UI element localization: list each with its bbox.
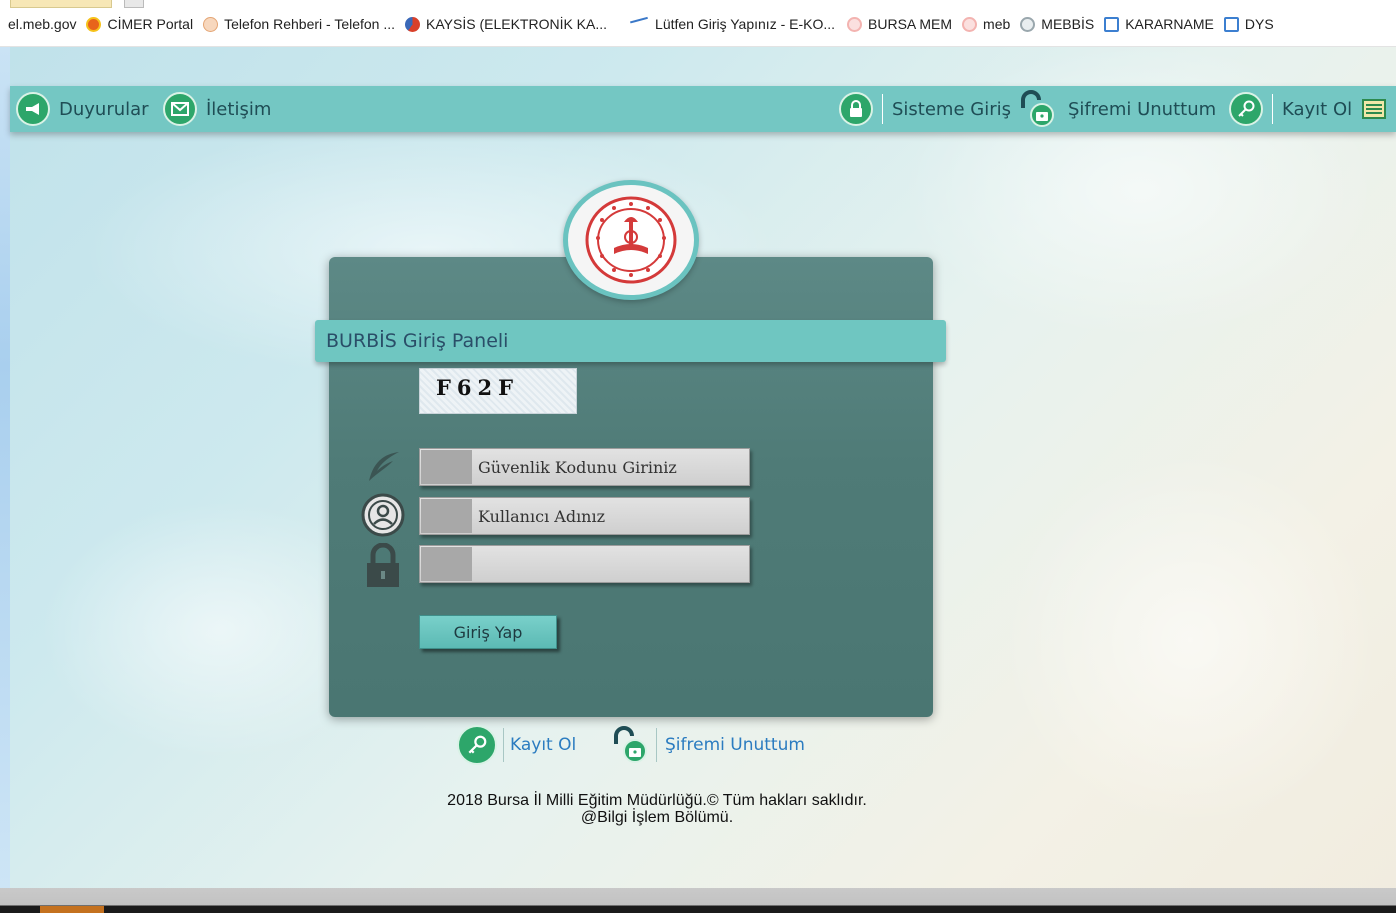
bookmark-mebbis[interactable]: MEBBİS	[1020, 16, 1094, 32]
cimer-icon	[86, 16, 102, 32]
bookmarks-bar: el.meb.gov CİMER Portal Telefon Rehberi …	[0, 0, 1396, 47]
bookmark-label: BURSA MEM	[868, 16, 953, 32]
register-link[interactable]: Kayıt Ol	[457, 724, 576, 766]
meb-icon	[847, 16, 863, 32]
panel-title: BURBİS Giriş Paneli	[315, 320, 946, 362]
panel-title-text: BURBİS Giriş Paneli	[326, 330, 509, 352]
field-stub	[421, 499, 472, 533]
username-field[interactable]	[419, 497, 750, 535]
nav-announcements-label: Duyurular	[59, 98, 149, 120]
taskbar-item[interactable]	[40, 906, 104, 913]
megaphone-icon	[16, 92, 50, 126]
password-input[interactable]	[478, 546, 746, 582]
bookmark-label: MEBBİS	[1041, 16, 1095, 32]
captcha-image: F62F	[419, 368, 577, 414]
ie-icon	[1104, 16, 1120, 32]
unlock-icon	[1017, 90, 1059, 128]
link-separator	[656, 728, 657, 762]
browser-tab-stub[interactable]	[10, 0, 112, 8]
bookmark-ekoop[interactable]: Lütfen Giriş Yapınız - E-KO...	[630, 16, 836, 32]
bookmark-label: KARARNAME	[1125, 16, 1214, 32]
meb-logo	[563, 180, 699, 300]
bookmark-meb[interactable]: meb	[962, 16, 1010, 32]
nav-login-label: Sisteme Giriş	[892, 98, 1011, 120]
register-sheet-icon	[1360, 95, 1388, 123]
lock-icon	[839, 92, 873, 126]
field-stub	[421, 450, 472, 484]
meb-emblem-icon	[585, 196, 677, 284]
nav-separator	[882, 94, 883, 124]
window-edge	[0, 0, 10, 913]
nav-forgot-label: Şifremi Unuttum	[1068, 98, 1217, 120]
unlock-icon	[610, 724, 652, 766]
bookmark-kararname[interactable]: KARARNAME	[1104, 16, 1214, 32]
bookmark-label: el.meb.gov	[8, 16, 77, 32]
nav-forgot-password[interactable]: Şifremi Unuttum	[1017, 86, 1216, 132]
bookmark-label: meb	[983, 16, 1011, 32]
footer-copyright: 2018 Bursa İl Milli Eğitim Müdürlüğü.© T…	[447, 792, 867, 809]
padlock-icon	[360, 543, 406, 589]
ie-icon	[1223, 16, 1239, 32]
forgot-link-label: Şifremi Unuttum	[665, 735, 805, 755]
bookmark-bursa-mem[interactable]: BURSA MEM	[847, 16, 952, 32]
bookmark-telefon-rehberi[interactable]: Telefon Rehberi - Telefon ...	[203, 16, 395, 32]
mail-icon	[163, 92, 197, 126]
bookmark-cimer[interactable]: CİMER Portal	[86, 16, 193, 32]
nav-contact[interactable]: İletişim	[163, 86, 271, 132]
key-icon	[457, 725, 497, 765]
ekoop-icon	[630, 16, 651, 32]
footer-department: @Bilgi İşlem Bölümü.	[580, 809, 734, 826]
password-field[interactable]	[419, 545, 750, 583]
security-code-input[interactable]	[478, 449, 746, 485]
top-navbar: Duyurular İletişim Sisteme Giriş Şifremi…	[10, 86, 1396, 132]
nav-separator	[1272, 94, 1273, 124]
forgot-password-link[interactable]: Şifremi Unuttum	[610, 724, 805, 766]
browser-tab-stub-2[interactable]	[124, 0, 144, 8]
bookmark-label: KAYSİS (ELEKTRONİK KA...	[426, 16, 608, 32]
link-separator	[503, 728, 504, 762]
footer: 2018 Bursa İl Milli Eğitim Müdürlüğü.© T…	[330, 792, 984, 826]
field-stub	[421, 547, 472, 581]
username-input[interactable]	[478, 498, 746, 534]
globe-icon	[1020, 16, 1036, 32]
nav-login[interactable]: Sisteme Giriş	[839, 86, 1011, 132]
bookmark-meb-gov[interactable]: el.meb.gov	[8, 16, 76, 32]
bookmark-label: Lütfen Giriş Yapınız - E-KO...	[655, 16, 836, 32]
bookmark-label: DYS	[1244, 16, 1274, 32]
nav-announcements[interactable]: Duyurular	[16, 86, 149, 132]
bookmark-label: CİMER Portal	[107, 16, 194, 32]
nav-contact-label: İletişim	[206, 98, 272, 120]
feather-icon	[360, 447, 406, 487]
nav-register[interactable]: Kayıt Ol	[1229, 86, 1388, 132]
nav-register-label: Kayıt Ol	[1282, 98, 1353, 120]
kaysis-icon	[405, 16, 421, 32]
bookmark-kaysis[interactable]: KAYSİS (ELEKTRONİK KA...	[405, 16, 607, 32]
register-link-label: Kayıt Ol	[510, 735, 577, 755]
phonebook-icon	[203, 16, 219, 32]
user-icon	[360, 493, 406, 537]
key-icon	[1229, 92, 1263, 126]
bookmark-dys[interactable]: DYS	[1223, 16, 1274, 32]
captcha-code: F62F	[436, 375, 520, 400]
meb-icon	[962, 16, 978, 32]
login-button-label: Giriş Yap	[453, 622, 523, 642]
bookmark-label: Telefon Rehberi - Telefon ...	[224, 16, 396, 32]
security-code-field[interactable]	[419, 448, 750, 486]
taskbar	[0, 888, 1396, 913]
login-button[interactable]: Giriş Yap	[419, 615, 557, 649]
